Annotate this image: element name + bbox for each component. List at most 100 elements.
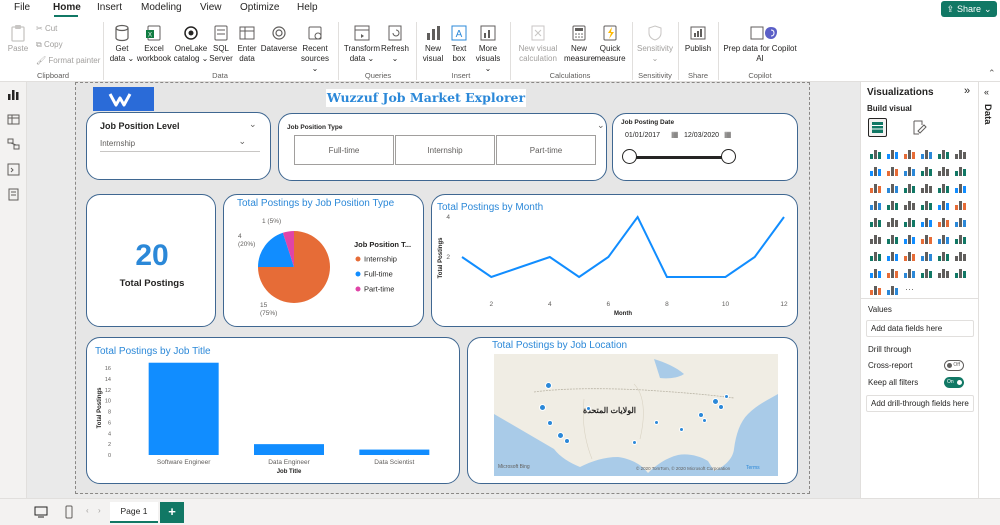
- map-bubble[interactable]: [547, 420, 553, 426]
- dataverse-button[interactable]: Dataverse: [260, 24, 298, 54]
- map-bubble[interactable]: [545, 382, 552, 389]
- map-bubble[interactable]: [557, 432, 564, 439]
- new-visual-calculation-button[interactable]: New visual calculation: [514, 24, 562, 64]
- more-visuals-button[interactable]: More visuals ⌄: [472, 24, 504, 74]
- quick-measure-button[interactable]: Quick measure: [594, 24, 626, 64]
- visual-type-icon[interactable]: [886, 250, 899, 262]
- kpi-card[interactable]: 20 Total Postings: [86, 194, 216, 327]
- bar-chart-card[interactable]: Total Postings by Job Title Software Eng…: [86, 337, 460, 484]
- model-view-icon[interactable]: [7, 138, 20, 151]
- table-view-icon[interactable]: [7, 113, 20, 126]
- menu-help[interactable]: Help: [297, 2, 318, 13]
- visual-type-icon[interactable]: [937, 250, 950, 262]
- cut-button[interactable]: ✂ Cut: [36, 24, 57, 33]
- map-bubble[interactable]: [632, 440, 637, 445]
- collapse-ribbon-icon[interactable]: ⌃: [988, 68, 996, 79]
- keep-filters-toggle[interactable]: On: [944, 377, 964, 388]
- chevron-down-icon[interactable]: ⌄: [597, 120, 605, 131]
- format-visual-icon[interactable]: [911, 119, 928, 136]
- visual-type-icon[interactable]: [920, 165, 933, 177]
- visual-type-icon[interactable]: [869, 182, 882, 194]
- pie-chart-card[interactable]: Total Postings by Job Position Type 15 (7…: [223, 194, 424, 327]
- visual-type-icon[interactable]: [903, 199, 916, 211]
- calendar-icon[interactable]: ▦: [671, 130, 679, 139]
- page-tab-page-1[interactable]: Page 1: [110, 502, 158, 523]
- visual-type-icon[interactable]: [937, 148, 950, 160]
- expand-data-icon[interactable]: «: [984, 87, 989, 97]
- visual-type-icon[interactable]: [937, 199, 950, 211]
- next-page-icon[interactable]: ›: [98, 506, 101, 515]
- visual-type-icon[interactable]: [886, 284, 899, 296]
- enter-data-button[interactable]: Enter data: [234, 24, 260, 64]
- map-card[interactable]: Total Postings by Job Location الولايات …: [467, 337, 798, 484]
- visual-type-icon[interactable]: [886, 182, 899, 194]
- visual-type-icon[interactable]: [886, 148, 899, 160]
- visual-type-icon[interactable]: [869, 284, 882, 296]
- visual-type-icon[interactable]: [920, 216, 933, 228]
- values-drop-zone[interactable]: Add data fields here: [866, 320, 974, 337]
- visual-type-icon[interactable]: [954, 216, 967, 228]
- type-option-full-time[interactable]: Full-time: [294, 135, 394, 165]
- refresh-button[interactable]: Refresh ⌄: [380, 24, 410, 64]
- visual-type-icon[interactable]: [920, 250, 933, 262]
- visual-type-icon[interactable]: [903, 250, 916, 262]
- share-button[interactable]: ⇪ Share ⌄: [941, 1, 997, 17]
- tmdl-view-icon[interactable]: [7, 188, 20, 201]
- map-bubble[interactable]: [539, 404, 546, 411]
- visual-type-icon[interactable]: [869, 233, 882, 245]
- visual-type-icon[interactable]: [903, 216, 916, 228]
- copy-button[interactable]: ⧉ Copy: [36, 40, 63, 50]
- cross-report-toggle[interactable]: Off: [944, 360, 964, 371]
- slicer-level-dropdown[interactable]: Internship ⌄: [100, 136, 260, 152]
- visual-type-icon[interactable]: [937, 267, 950, 279]
- map-bubble[interactable]: [679, 427, 684, 432]
- visual-type-icon[interactable]: [937, 165, 950, 177]
- type-option-part-time[interactable]: Part-time: [496, 135, 596, 165]
- prep-data-copilot-button[interactable]: Prep data for Copilot AI: [720, 24, 800, 64]
- desktop-layout-icon[interactable]: [34, 506, 48, 518]
- visual-type-icon[interactable]: [903, 182, 916, 194]
- visual-type-icon[interactable]: [954, 250, 967, 262]
- menu-modeling[interactable]: Modeling: [141, 2, 182, 13]
- calendar-icon[interactable]: ▦: [724, 130, 732, 139]
- date-slider-end-handle[interactable]: [721, 149, 736, 164]
- chevron-down-icon[interactable]: ⌄: [249, 119, 257, 130]
- visual-type-icon[interactable]: [954, 148, 967, 160]
- map-bubble[interactable]: [586, 406, 591, 411]
- visual-type-icon[interactable]: [903, 267, 916, 279]
- map-terms-link[interactable]: Terms: [746, 465, 760, 471]
- paste-button[interactable]: Paste: [5, 24, 31, 54]
- slicer-job-position-level[interactable]: Job Position Level ⌄ Internship ⌄: [86, 112, 271, 180]
- visual-type-icon[interactable]: [920, 148, 933, 160]
- publish-button[interactable]: Publish: [683, 24, 713, 54]
- visual-type-icon[interactable]: [869, 165, 882, 177]
- text-box-button[interactable]: A Text box: [447, 24, 471, 64]
- visual-type-icon[interactable]: [886, 233, 899, 245]
- map-bubble[interactable]: [702, 418, 707, 423]
- visual-type-icon[interactable]: [886, 216, 899, 228]
- visual-type-icon[interactable]: [886, 199, 899, 211]
- menu-home[interactable]: Home: [53, 2, 81, 13]
- pie-chart[interactable]: 15(75%) 4(20%) 1 (5%) Internship Full-time Pa…: [224, 195, 425, 328]
- add-page-button[interactable]: +: [160, 502, 184, 523]
- visual-type-icon[interactable]: [954, 165, 967, 177]
- sensitivity-button[interactable]: Sensitivity ⌄: [636, 24, 674, 64]
- format-painter-button[interactable]: 🖌 Format painter: [36, 56, 100, 65]
- data-pane-collapsed[interactable]: « Data: [978, 82, 1000, 498]
- visual-type-icon[interactable]: [920, 182, 933, 194]
- map-bubble[interactable]: [654, 420, 659, 425]
- sql-server-button[interactable]: SQL Server: [207, 24, 235, 64]
- collapse-pane-icon[interactable]: »: [964, 85, 970, 97]
- menu-optimize[interactable]: Optimize: [240, 2, 279, 13]
- build-visual-tab[interactable]: [868, 118, 887, 137]
- drill-through-drop-zone[interactable]: Add drill-through fields here: [866, 395, 974, 412]
- bar-chart[interactable]: Software Engineer Data Engineer Data Scien…: [87, 338, 461, 485]
- menu-insert[interactable]: Insert: [97, 2, 122, 13]
- recent-sources-button[interactable]: Recent sources ⌄: [298, 24, 332, 74]
- excel-workbook-button[interactable]: X Excel workbook: [136, 24, 172, 64]
- visual-type-icon[interactable]: [903, 233, 916, 245]
- slicer-job-position-type[interactable]: Job Position Type ⌄ Full-time Internship…: [278, 113, 607, 181]
- visual-type-icon[interactable]: [869, 216, 882, 228]
- line-chart[interactable]: 2 4 6 8 10 12 2 4 Month Total Postings: [432, 195, 799, 328]
- visual-type-icon[interactable]: [937, 182, 950, 194]
